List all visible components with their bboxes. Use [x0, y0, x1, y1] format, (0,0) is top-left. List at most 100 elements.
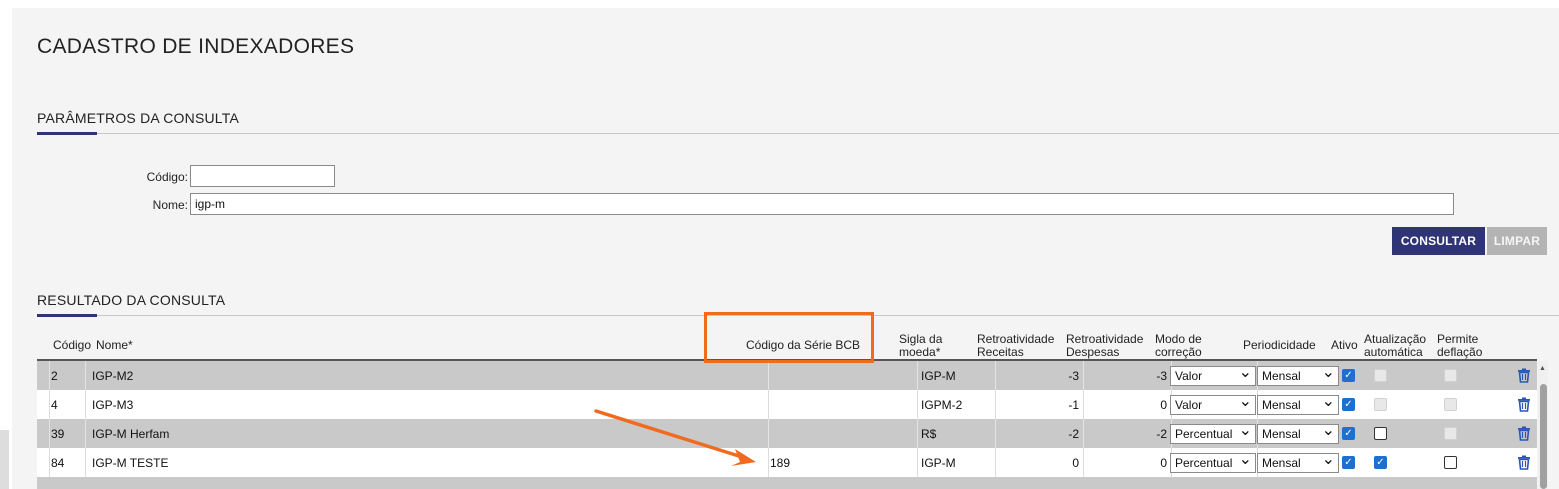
cell-retro-receitas[interactable]: -2	[997, 419, 1079, 448]
chevron-down-icon: ⌄	[1238, 364, 1252, 381]
cell-divider	[49, 448, 50, 477]
cell-retro-receitas[interactable]: 0	[997, 448, 1079, 477]
table-scrollbar-thumb[interactable]	[1540, 384, 1547, 489]
trash-icon[interactable]	[1517, 455, 1531, 470]
table-row[interactable]: 39 IGP-M Herfam R$ -2 -2 Percentual ⌄ Mensal ⌄ ✓	[37, 419, 1537, 448]
cell-divider	[768, 419, 769, 448]
cell-divider	[85, 361, 86, 390]
cell-retro-despesas[interactable]: -2	[1085, 419, 1167, 448]
params-section-title: PARÂMETROS DA CONSULTA	[37, 110, 239, 126]
cell-serie-bcb[interactable]: 189	[770, 448, 790, 477]
chevron-down-icon: ⌄	[1321, 422, 1335, 439]
deflacao-checkbox[interactable]	[1444, 456, 1457, 469]
limpar-button[interactable]: LIMPAR	[1487, 227, 1547, 255]
cell-codigo: 39	[51, 426, 65, 441]
codigo-label: Código:	[146, 170, 188, 184]
cell-retro-despesas[interactable]: 0	[1085, 448, 1167, 477]
periodicidade-select[interactable]: Mensal ⌄	[1257, 422, 1339, 444]
ativo-checkbox[interactable]: ✓	[1342, 427, 1355, 440]
cell-divider	[85, 448, 86, 477]
trash-icon[interactable]	[1517, 426, 1531, 441]
col-retro-despesas: Retroatividade Despesas	[1066, 333, 1143, 359]
modo-correcao-value: Percentual	[1175, 456, 1233, 470]
cell-divider	[768, 448, 769, 477]
trash-icon[interactable]	[1517, 397, 1531, 412]
cell-nome[interactable]: IGP-M TESTE	[92, 448, 168, 477]
table-row[interactable]: 2 IGP-M2 IGP-M -3 -3 Valor ⌄ Mensal ⌄ ✓	[37, 361, 1537, 390]
cell-codigo: 84	[51, 455, 65, 470]
cell-codigo: 2	[51, 368, 58, 383]
trash-icon[interactable]	[1517, 368, 1531, 383]
table-row[interactable]: 4 IGP-M3 IGPM-2 -1 0 Valor ⌄ Mensal ⌄ ✓	[37, 390, 1537, 419]
cell-sigla[interactable]: IGP-M	[921, 361, 956, 390]
col-atualizacao-line1: Atualização	[1364, 332, 1427, 346]
modo-correcao-value: Valor	[1175, 398, 1203, 412]
cell-retro-receitas[interactable]: -1	[997, 390, 1079, 419]
cell-divider	[1083, 448, 1084, 477]
cell-divider	[768, 361, 769, 390]
modo-correcao-select[interactable]: Percentual ⌄	[1170, 451, 1256, 473]
col-retro-receitas: Retroatividade Receitas	[977, 333, 1054, 359]
periodicidade-value: Mensal	[1262, 398, 1301, 412]
cell-nome[interactable]: IGP-M2	[92, 361, 133, 390]
periodicidade-select[interactable]: Mensal ⌄	[1257, 393, 1339, 415]
cell-sigla[interactable]: IGP-M	[921, 448, 956, 477]
periodicidade-value: Mensal	[1262, 427, 1301, 441]
cell-divider	[917, 361, 918, 390]
col-sigla-line1: Sigla da	[899, 332, 943, 346]
modo-correcao-value: Percentual	[1175, 427, 1233, 441]
col-sigla-line2: moeda*	[899, 345, 941, 359]
nome-input[interactable]: igp-m	[190, 193, 1454, 215]
periodicidade-select[interactable]: Mensal ⌄	[1257, 364, 1339, 386]
cell-divider	[995, 361, 996, 390]
cell-divider	[917, 419, 918, 448]
annotation-arrow-icon	[594, 409, 756, 466]
cell-divider	[995, 419, 996, 448]
col-modo-line1: Modo de	[1155, 332, 1202, 346]
periodicidade-select[interactable]: Mensal ⌄	[1257, 451, 1339, 473]
ativo-checkbox[interactable]: ✓	[1342, 456, 1355, 469]
cell-retro-despesas[interactable]: -3	[1085, 361, 1167, 390]
col-retro-despesas-line1: Retroatividade	[1066, 332, 1144, 346]
table-row-partial	[37, 477, 1537, 489]
cell-nome[interactable]: IGP-M Herfam	[92, 419, 169, 448]
modo-correcao-select[interactable]: Percentual ⌄	[1170, 422, 1256, 444]
col-modo-correcao: Modo de correção	[1155, 333, 1202, 359]
ativo-checkbox[interactable]: ✓	[1342, 398, 1355, 411]
cell-divider	[49, 419, 50, 448]
col-periodicidade: Periodicidade	[1243, 338, 1316, 352]
modo-correcao-value: Valor	[1175, 369, 1203, 383]
atualizacao-checkbox	[1374, 398, 1387, 411]
atualizacao-checkbox[interactable]: ✓	[1374, 456, 1387, 469]
consultar-button[interactable]: CONSULTAR	[1392, 227, 1485, 255]
cell-retro-receitas[interactable]: -3	[997, 361, 1079, 390]
page-title: CADASTRO DE INDEXADORES	[37, 35, 355, 58]
codigo-input[interactable]	[190, 165, 335, 187]
col-deflacao-line2: deflação	[1437, 345, 1483, 359]
cell-sigla[interactable]: R$	[921, 419, 936, 448]
atualizacao-checkbox[interactable]	[1374, 427, 1387, 440]
cell-divider	[1083, 361, 1084, 390]
cell-divider	[85, 390, 86, 419]
cell-sigla[interactable]: IGPM-2	[921, 390, 962, 419]
col-retro-receitas-line2: Receitas	[977, 345, 1024, 359]
periodicidade-value: Mensal	[1262, 456, 1301, 470]
serie-bcb-highlight-box	[704, 312, 874, 363]
chevron-down-icon: ⌄	[1321, 364, 1335, 381]
cell-divider	[917, 448, 918, 477]
col-ativo: Ativo	[1331, 338, 1358, 352]
col-codigo: Código	[53, 338, 92, 352]
cell-divider	[1083, 419, 1084, 448]
ativo-checkbox[interactable]: ✓	[1342, 369, 1355, 382]
cell-divider	[1083, 390, 1084, 419]
col-modo-line2: correção	[1155, 345, 1202, 359]
cell-divider	[995, 448, 996, 477]
cell-retro-despesas[interactable]: 0	[1085, 390, 1167, 419]
scroll-up-icon[interactable]: ▲	[1539, 365, 1546, 372]
modo-correcao-select[interactable]: Valor ⌄	[1170, 364, 1256, 386]
col-deflacao-line1: Permite	[1437, 332, 1479, 346]
modo-correcao-select[interactable]: Valor ⌄	[1170, 393, 1256, 415]
cell-nome[interactable]: IGP-M3	[92, 390, 133, 419]
table-row[interactable]: 84 IGP-M TESTE 189 IGP-M 0 0 Percentual ⌄ Mensal…	[37, 448, 1537, 477]
chevron-down-icon: ⌄	[1321, 393, 1335, 410]
